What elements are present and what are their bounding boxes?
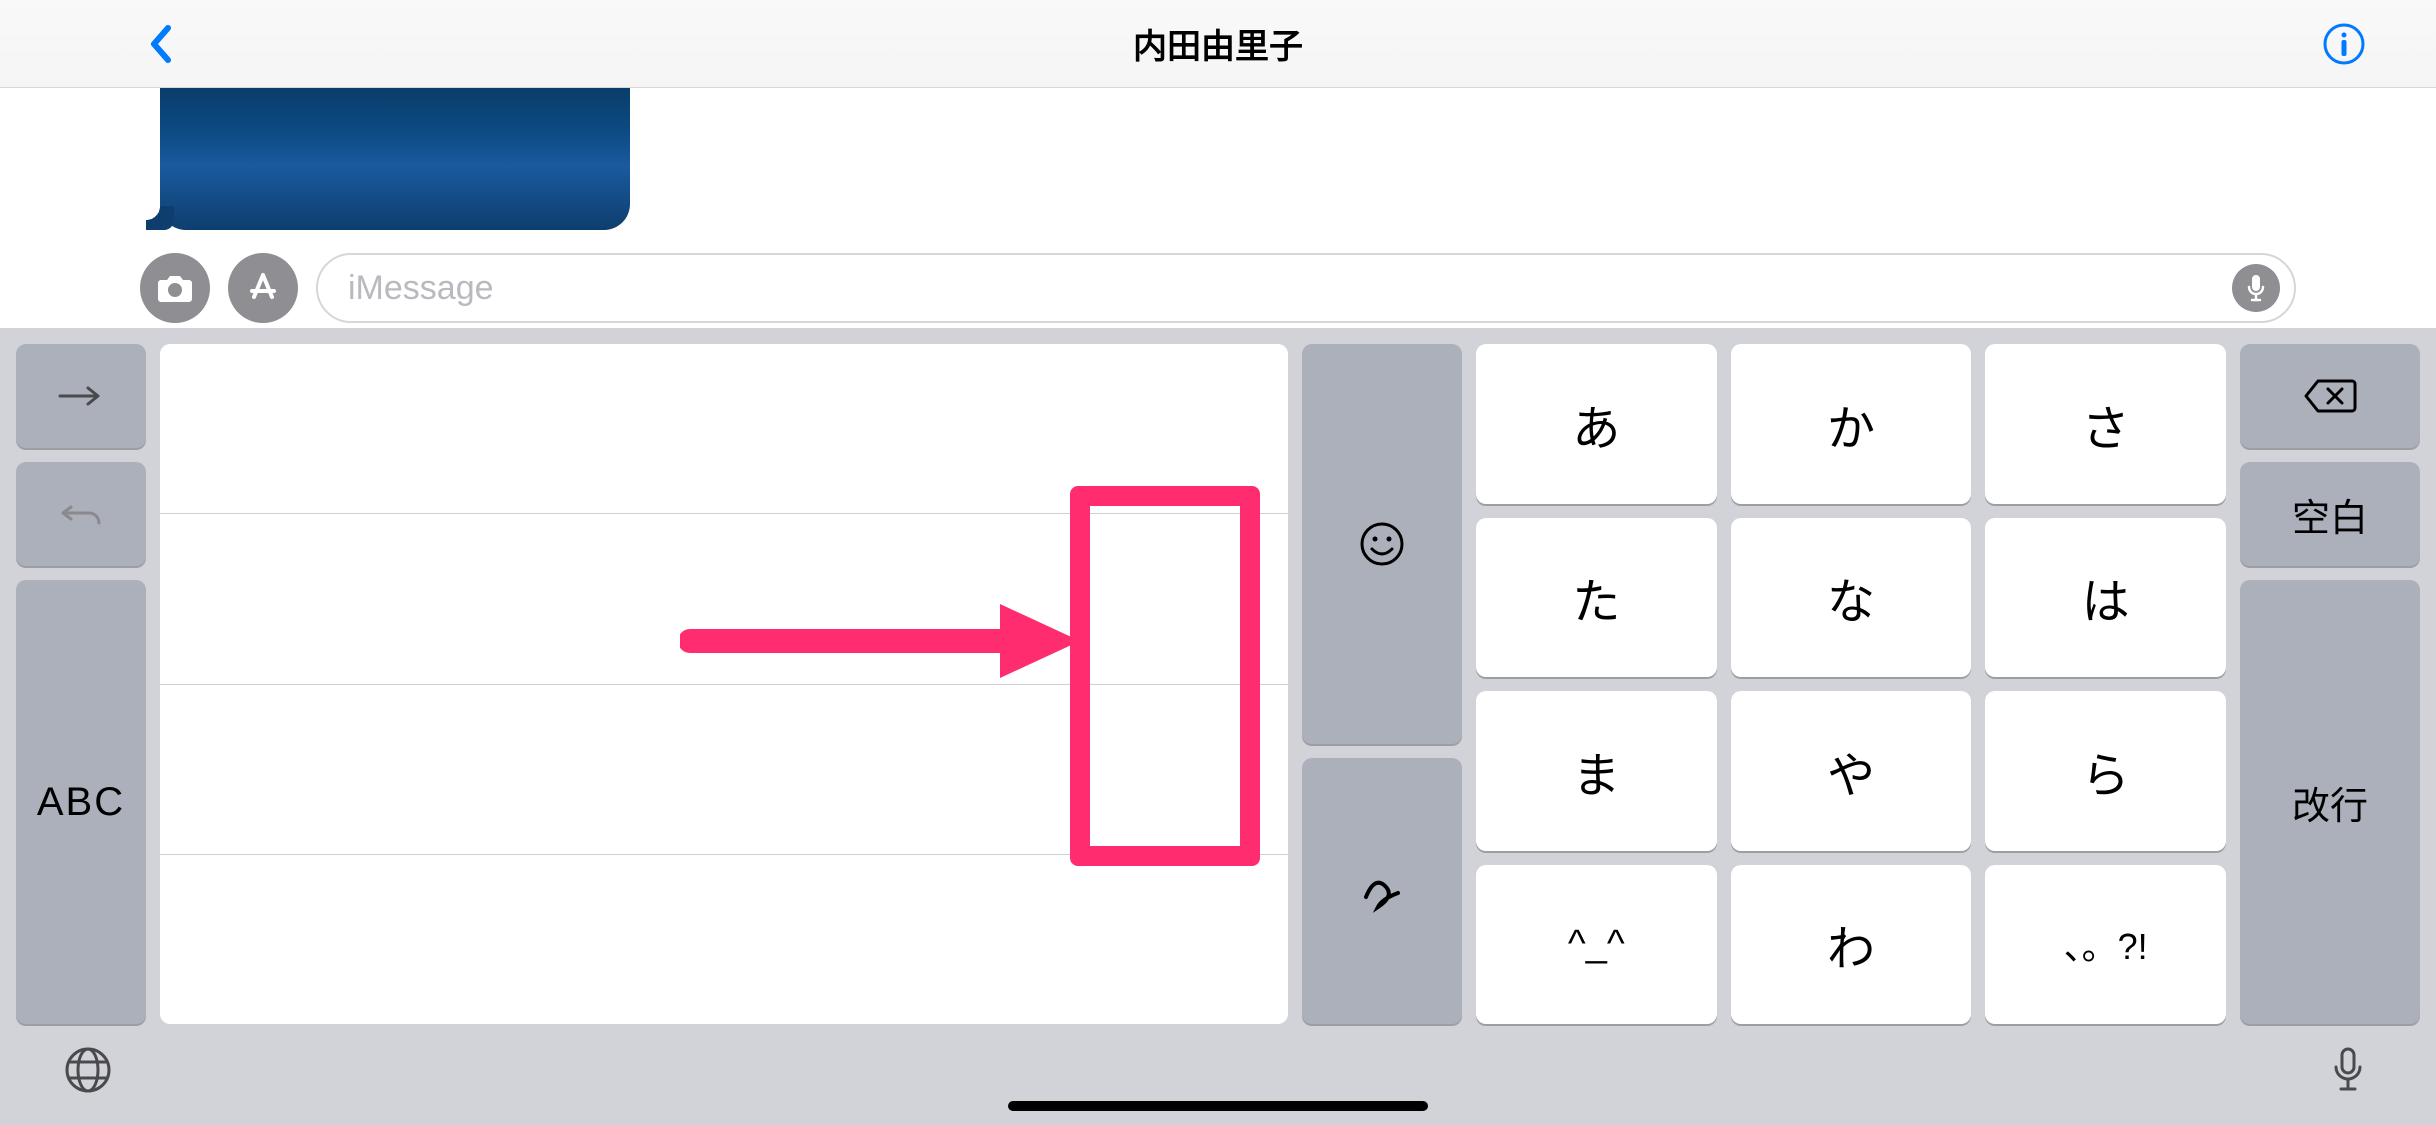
kana-key-a[interactable]: あ bbox=[1476, 344, 1717, 504]
kana-key-sa[interactable]: さ bbox=[1985, 344, 2226, 504]
arrow-right-icon bbox=[56, 384, 106, 408]
info-button[interactable] bbox=[2322, 22, 2366, 66]
chevron-left-icon bbox=[148, 24, 172, 64]
keyboard-function-column: 空白 改行 bbox=[2240, 344, 2420, 1024]
microphone-icon bbox=[2331, 1045, 2365, 1095]
dictation-button[interactable] bbox=[2232, 264, 2280, 312]
app-store-icon bbox=[244, 269, 282, 307]
keyboard: ABC bbox=[0, 328, 2436, 1125]
keyboard-mode-column bbox=[1302, 344, 1462, 1024]
return-key[interactable]: 改行 bbox=[2240, 580, 2420, 1024]
next-candidate-key[interactable] bbox=[16, 344, 146, 448]
candidate-row[interactable] bbox=[160, 514, 1288, 684]
kana-grid: あ か さ た な は ま や ら ^_^ わ 、。?! bbox=[1476, 344, 2226, 1024]
kana-key-punct[interactable]: 、。?! bbox=[1985, 865, 2226, 1025]
kana-key-ra[interactable]: ら bbox=[1985, 691, 2226, 851]
back-button[interactable] bbox=[140, 24, 180, 64]
microphone-icon bbox=[2246, 273, 2266, 303]
candidate-row[interactable] bbox=[160, 855, 1288, 1024]
home-indicator[interactable] bbox=[1008, 1101, 1428, 1111]
delete-icon bbox=[2302, 377, 2358, 415]
compose-bar: iMessage bbox=[0, 248, 2436, 328]
kana-key-na[interactable]: な bbox=[1731, 518, 1972, 678]
smiley-icon bbox=[1358, 520, 1406, 568]
apps-button[interactable] bbox=[228, 253, 298, 323]
space-key[interactable]: 空白 bbox=[2240, 462, 2420, 566]
kana-key-ta[interactable]: た bbox=[1476, 518, 1717, 678]
handwriting-key[interactable] bbox=[1302, 758, 1462, 1024]
keyboard-left-controls: ABC bbox=[16, 344, 146, 1024]
kana-key-wa[interactable]: わ bbox=[1731, 865, 1972, 1025]
globe-key[interactable] bbox=[60, 1042, 116, 1098]
handwriting-icon bbox=[1354, 863, 1410, 919]
message-input[interactable]: iMessage bbox=[316, 253, 2296, 323]
delete-key[interactable] bbox=[2240, 344, 2420, 448]
navigation-bar: 内田由里子 bbox=[0, 0, 2436, 88]
emoji-key[interactable] bbox=[1302, 344, 1462, 744]
camera-icon bbox=[155, 272, 195, 304]
candidate-row[interactable] bbox=[160, 685, 1288, 855]
camera-button[interactable] bbox=[140, 253, 210, 323]
kana-key-kaomoji[interactable]: ^_^ bbox=[1476, 865, 1717, 1025]
contact-name: 内田由里子 bbox=[1133, 19, 1303, 68]
undo-key[interactable] bbox=[16, 462, 146, 566]
message-thread[interactable] bbox=[0, 88, 2436, 248]
info-icon bbox=[2322, 22, 2366, 66]
keyboard-right-area: あ か さ た な は ま や ら ^_^ わ 、。?! bbox=[1302, 344, 2420, 1024]
image-message-bubble[interactable] bbox=[160, 88, 630, 230]
kana-key-ma[interactable]: ま bbox=[1476, 691, 1717, 851]
kana-key-ka[interactable]: か bbox=[1731, 344, 1972, 504]
undo-icon bbox=[59, 499, 103, 529]
globe-icon bbox=[63, 1045, 113, 1095]
kana-key-ya[interactable]: や bbox=[1731, 691, 1972, 851]
abc-mode-key[interactable]: ABC bbox=[16, 580, 146, 1024]
candidate-suggestions[interactable] bbox=[160, 344, 1288, 1024]
kana-key-ha[interactable]: は bbox=[1985, 518, 2226, 678]
message-placeholder: iMessage bbox=[348, 269, 494, 308]
candidate-row[interactable] bbox=[160, 344, 1288, 514]
dictation-key[interactable] bbox=[2320, 1042, 2376, 1098]
